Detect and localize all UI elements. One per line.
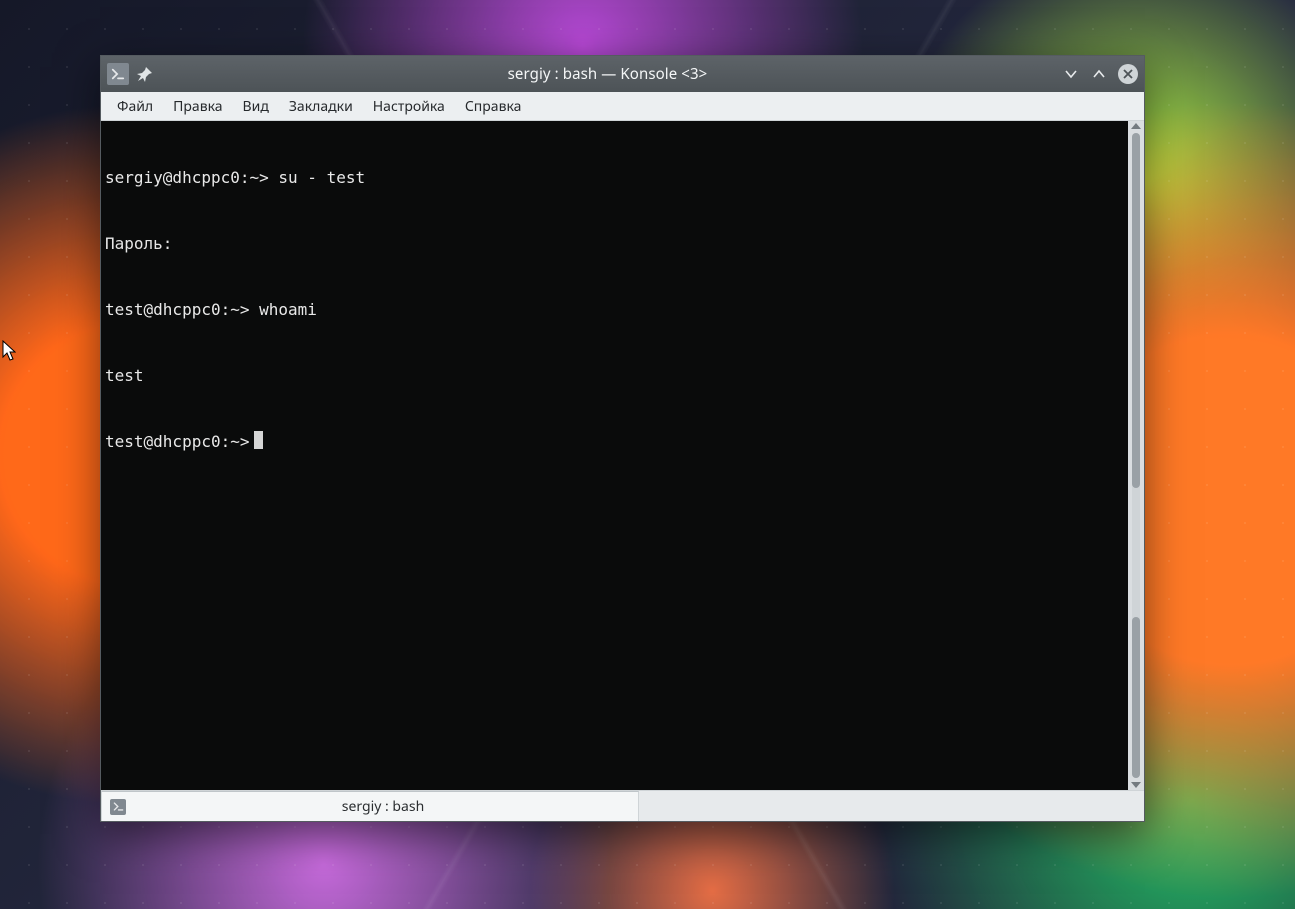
window-title: sergiy : bash — Konsole <3> — [161, 64, 1054, 84]
tab-sergiy-bash[interactable]: sergiy : bash — [101, 791, 639, 821]
terminal-line: sergiy@dhcppc0:~> su - test — [105, 167, 1124, 189]
pin-icon[interactable] — [137, 66, 153, 82]
tab-bar: sergiy : bash — [101, 790, 1144, 821]
terminal-container: sergiy@dhcppc0:~> su - test Пароль: test… — [101, 121, 1144, 790]
menubar: Файл Правка Вид Закладки Настройка Справ… — [101, 92, 1144, 121]
vertical-scrollbar[interactable] — [1128, 121, 1144, 790]
maximize-button[interactable] — [1090, 65, 1108, 83]
menu-help[interactable]: Справка — [455, 92, 532, 120]
menu-file[interactable]: Файл — [107, 92, 163, 120]
close-button[interactable] — [1118, 64, 1138, 84]
scroll-thumb[interactable] — [1132, 617, 1140, 778]
window-titlebar[interactable]: sergiy : bash — Konsole <3> — [101, 56, 1144, 92]
scroll-track[interactable] — [1132, 133, 1140, 778]
menu-settings[interactable]: Настройка — [363, 92, 455, 120]
menu-view[interactable]: Вид — [233, 92, 279, 120]
konsole-window: sergiy : bash — Konsole <3> Файл Правка … — [100, 55, 1145, 822]
terminal-icon — [110, 799, 126, 815]
scroll-down-arrow-icon[interactable] — [1131, 782, 1141, 788]
menu-edit[interactable]: Правка — [163, 92, 232, 120]
menu-bookmarks[interactable]: Закладки — [279, 92, 363, 120]
terminal-line: test — [105, 365, 1124, 387]
terminal-line: test@dhcppc0:~> whoami — [105, 299, 1124, 321]
tab-label: sergiy : bash — [136, 797, 630, 816]
terminal[interactable]: sergiy@dhcppc0:~> su - test Пароль: test… — [101, 121, 1128, 790]
konsole-app-icon — [107, 63, 129, 85]
terminal-line: test@dhcppc0:~> — [105, 431, 1124, 453]
scroll-up-arrow-icon[interactable] — [1131, 123, 1141, 129]
text-cursor — [254, 431, 263, 449]
terminal-line: Пароль: — [105, 233, 1124, 255]
minimize-button[interactable] — [1062, 65, 1080, 83]
scroll-thumb[interactable] — [1132, 133, 1140, 488]
